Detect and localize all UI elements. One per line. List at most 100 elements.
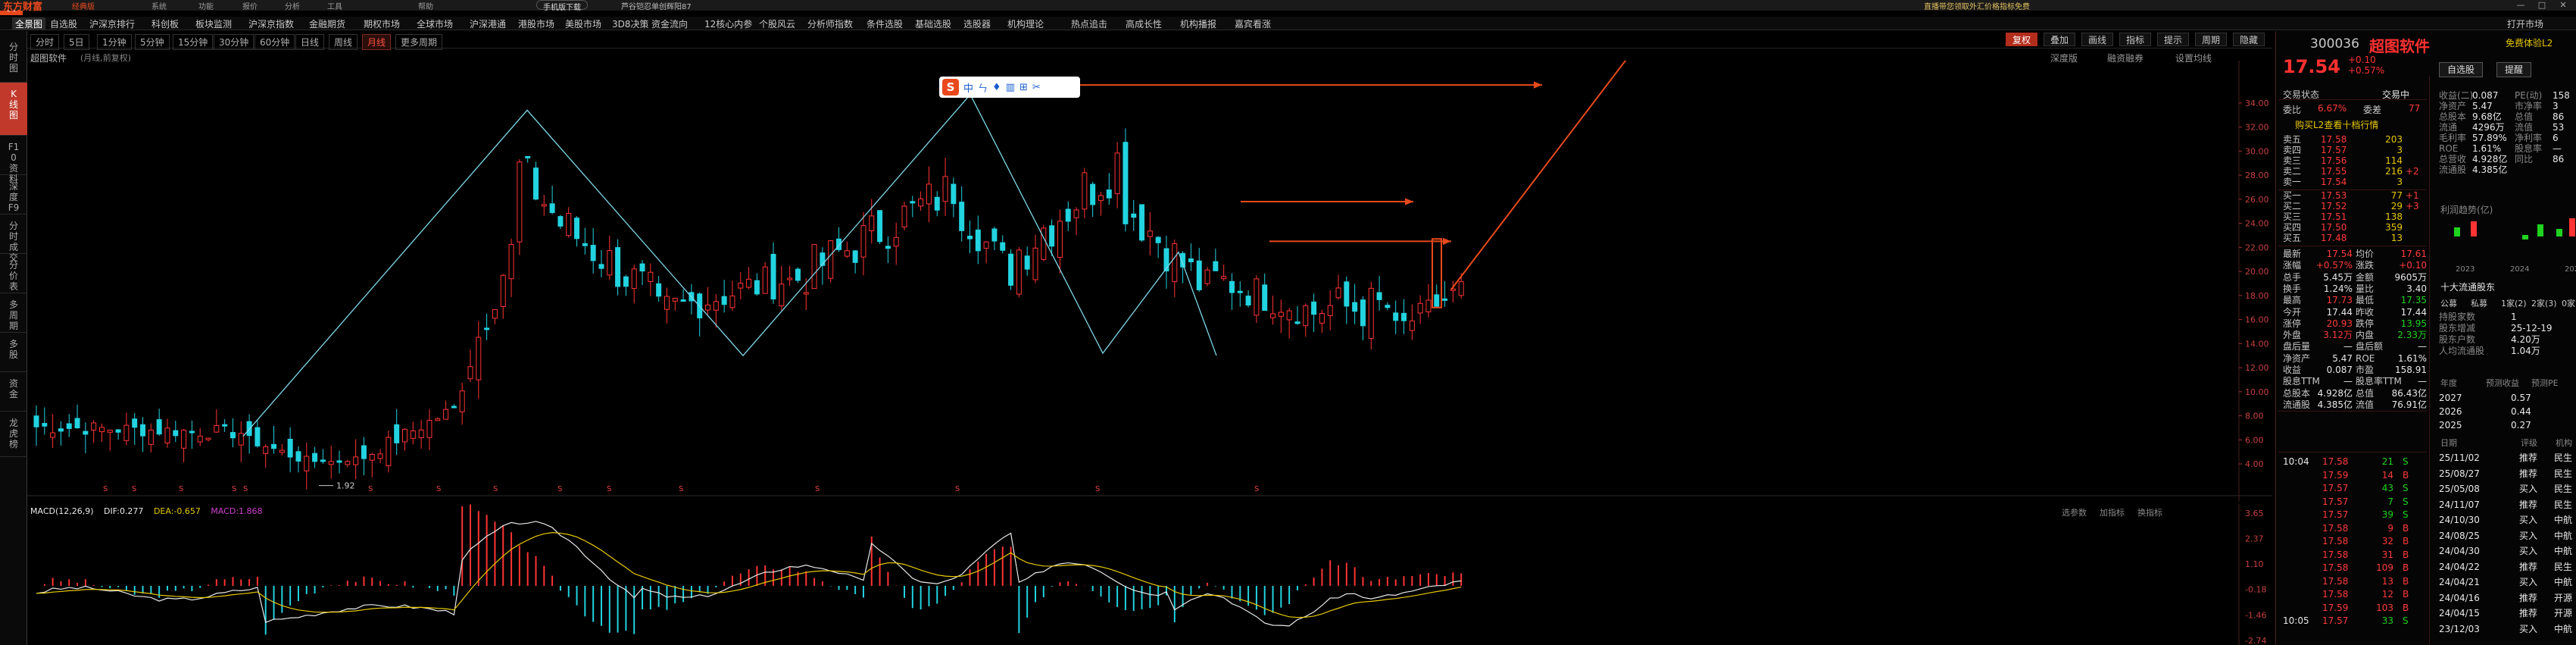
menu-system[interactable]: 系统 xyxy=(151,0,167,11)
l2-banner[interactable]: 购买L2查看十档行情 xyxy=(2295,118,2378,131)
grid-icon[interactable]: ⊞ xyxy=(1019,82,1028,93)
ad-banner-right[interactable]: 直播带您领取外汇价格指标免费 xyxy=(1924,0,2030,11)
order-book-row[interactable]: 买一 17.53 77 +1 xyxy=(2283,191,2427,201)
order-book-row[interactable]: 买四 17.50 359 xyxy=(2283,223,2427,233)
menu-tools[interactable]: 工具 xyxy=(327,0,342,11)
event-marker[interactable]: S xyxy=(103,485,108,493)
menu-item[interactable]: 机构播报 xyxy=(1180,17,1216,30)
rating-row[interactable]: 24/04/21 买入 中航 xyxy=(2439,576,2575,588)
period-tab[interactable]: 日线 xyxy=(295,34,325,50)
menu-item[interactable]: 12核心内参 xyxy=(704,17,752,30)
event-marker[interactable]: S xyxy=(679,485,683,493)
left-tab[interactable]: 龙虎榜 xyxy=(0,412,27,457)
moon-icon[interactable]: ㄣ xyxy=(978,80,988,95)
event-marker[interactable]: S xyxy=(179,485,183,493)
menu-quote[interactable]: 报价 xyxy=(242,0,258,11)
event-marker[interactable]: S xyxy=(132,485,136,493)
left-tab[interactable]: 深度F9 xyxy=(0,175,27,214)
order-book-row[interactable]: 卖四 17.57 3 xyxy=(2283,146,2427,155)
macd-chart[interactable]: 3.65 2.37 1.10 -0.18 -1.46 -2.74 xyxy=(27,504,2272,645)
rating-row[interactable]: 24/11/07 推荐 民生 xyxy=(2439,499,2575,511)
close-icon[interactable]: ✕ xyxy=(2556,0,2571,10)
menu-item[interactable]: 科创板 xyxy=(151,17,179,30)
order-book-row[interactable]: 买三 17.51 138 xyxy=(2283,212,2427,222)
event-marker[interactable]: S xyxy=(493,485,498,493)
menu-item[interactable]: 全球市场 xyxy=(417,17,453,30)
holder-tab[interactable]: 私募 xyxy=(2471,297,2487,309)
scissors-icon[interactable]: ✂ xyxy=(1032,82,1041,93)
forecast-tab[interactable]: 预测收益 xyxy=(2486,377,2519,389)
menu-analysis[interactable]: 分析 xyxy=(285,0,300,11)
order-book-row[interactable]: 买二 17.52 29 +3 xyxy=(2283,202,2427,211)
event-marker[interactable]: S xyxy=(243,485,248,493)
alert-button[interactable]: 提醒 xyxy=(2496,62,2532,77)
event-marker[interactable]: S xyxy=(232,485,236,493)
menu-item[interactable]: 机构理论 xyxy=(1007,17,1044,30)
event-marker[interactable]: S xyxy=(815,485,820,493)
menu-item[interactable]: 沪深京指数 xyxy=(248,17,294,30)
menu-item[interactable]: 沪深港通 xyxy=(470,17,506,30)
period-tab[interactable]: 月线 xyxy=(362,34,392,50)
chart-tool-button[interactable]: 周期 xyxy=(2195,33,2228,46)
rating-row[interactable]: 25/05/08 买入 民生 xyxy=(2439,483,2575,495)
left-tab[interactable]: 资金 xyxy=(0,372,27,412)
order-book-row[interactable]: 卖三 17.56 114 xyxy=(2283,156,2427,166)
keyboard-icon[interactable]: ▥ xyxy=(1006,82,1015,93)
rating-row[interactable]: 24/04/22 推荐 民生 xyxy=(2439,561,2575,573)
rating-row[interactable]: 24/10/30 买入 中航 xyxy=(2439,514,2575,526)
menu-item[interactable]: 港股市场 xyxy=(518,17,554,30)
menu-function[interactable]: 功能 xyxy=(198,0,214,11)
chart-tool-button[interactable]: 复权 xyxy=(2006,33,2038,46)
holder-tab[interactable]: 0家(0) xyxy=(2562,297,2576,309)
left-tab[interactable]: 多周期 xyxy=(0,293,27,333)
rating-row[interactable]: 25/11/02 推荐 民生 xyxy=(2439,452,2575,464)
order-book-row[interactable]: 卖五 17.58 203 xyxy=(2283,135,2427,145)
left-tab[interactable]: K线图 xyxy=(0,83,27,136)
voice-icon[interactable]: ♦ xyxy=(992,82,1001,93)
chart-tool-button[interactable]: 画线 xyxy=(2081,33,2114,46)
holder-tab[interactable]: 公募 xyxy=(2440,297,2457,309)
period-tab[interactable]: 60分钟 xyxy=(254,34,295,50)
menu-item[interactable]: 板块监测 xyxy=(195,17,232,30)
holder-tab[interactable]: 2家(3) xyxy=(2531,297,2557,309)
menu-item[interactable]: 个股风云 xyxy=(759,17,795,30)
minimize-icon[interactable]: — xyxy=(2513,0,2528,10)
menu-item[interactable]: 美股市场 xyxy=(565,17,601,30)
menu-item[interactable]: 全景图 xyxy=(12,17,46,30)
menu-item[interactable]: 3D8决策 xyxy=(612,17,649,30)
left-tab[interactable]: F10资料 xyxy=(0,136,27,184)
annotation-arrow[interactable] xyxy=(1450,61,1648,290)
event-marker[interactable]: S xyxy=(436,485,441,493)
left-tab[interactable]: 多股 xyxy=(0,333,27,372)
period-tab[interactable]: 更多周期 xyxy=(395,34,443,50)
chart-tool-button[interactable]: 指标 xyxy=(2119,33,2152,46)
menu-item[interactable]: 资金流向 xyxy=(651,17,688,30)
chart-tool-button[interactable]: 隐藏 xyxy=(2233,33,2265,46)
rating-row[interactable]: 24/08/25 买入 中航 xyxy=(2439,530,2575,542)
menu-item[interactable]: 金融期货 xyxy=(309,17,345,30)
lang-icon[interactable]: 中 xyxy=(963,80,973,95)
add-watchlist-button[interactable]: 自选股 xyxy=(2439,62,2484,77)
holders-title[interactable]: 十大流通股东 xyxy=(2440,280,2495,293)
event-marker[interactable]: S xyxy=(557,485,562,493)
ad-banner[interactable]: 芦谷铠忍单创辉阳87 xyxy=(621,0,692,11)
period-tab[interactable]: 5日 xyxy=(64,34,89,50)
trend-line[interactable] xyxy=(970,94,1217,356)
rating-row[interactable]: 25/08/27 推荐 民生 xyxy=(2439,468,2575,480)
period-tab[interactable]: 5分钟 xyxy=(135,34,170,50)
menu-item[interactable]: 期权市场 xyxy=(364,17,400,30)
chart-tool-button[interactable]: 提示 xyxy=(2157,33,2190,46)
menu-item[interactable]: 自选股 xyxy=(50,17,77,30)
drawing-toolbar[interactable]: S 中 ㄣ ♦ ▥ ⊞ ✂ xyxy=(939,77,1080,98)
left-tab[interactable]: 分时图 xyxy=(0,36,27,83)
open-market-menu[interactable]: 打开市场 xyxy=(2507,17,2543,30)
left-tab[interactable]: 分时成交 xyxy=(0,214,27,263)
chart-tool-button[interactable]: 叠加 xyxy=(2044,33,2076,46)
kline-chart[interactable]: 34.00 32.00 30.00 28.00 26.00 24.00 22.00 20.00… xyxy=(27,61,2272,502)
forecast-tab[interactable]: 预测PE xyxy=(2531,377,2559,389)
menu-item[interactable]: 热点追击 xyxy=(1071,17,1107,30)
period-tab[interactable]: 周线 xyxy=(329,34,358,50)
menu-item[interactable]: 选股器 xyxy=(963,17,991,30)
left-tab[interactable]: 分价表 xyxy=(0,254,27,293)
rating-row[interactable]: 23/12/03 买入 中航 xyxy=(2439,623,2575,635)
